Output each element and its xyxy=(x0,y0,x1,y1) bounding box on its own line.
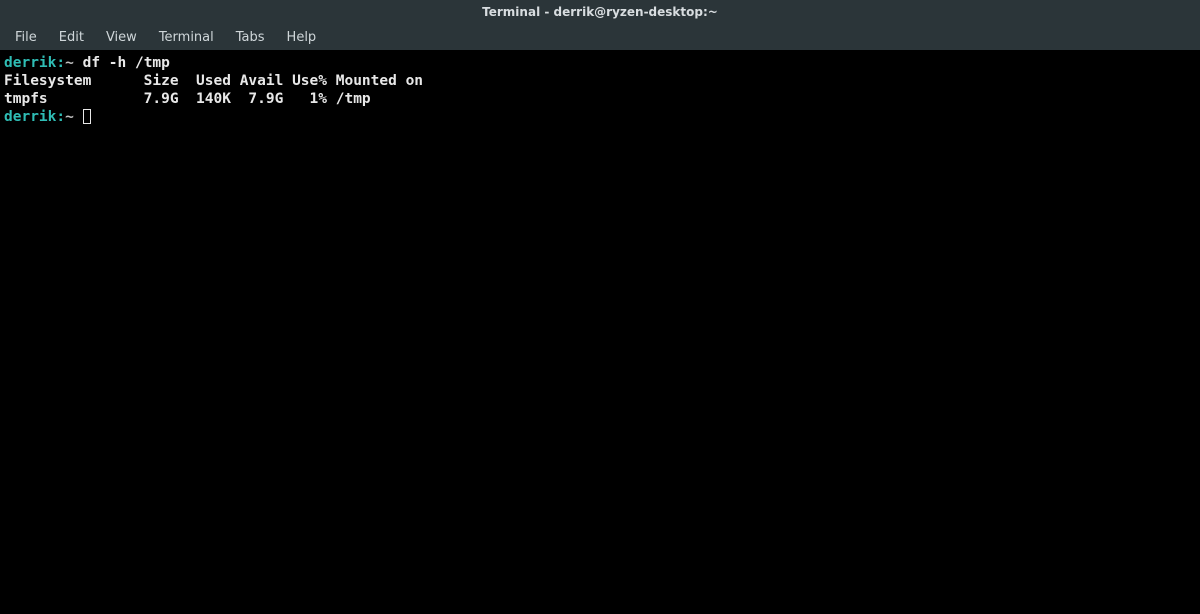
prompt-path: ~ xyxy=(65,109,74,125)
menu-tabs[interactable]: Tabs xyxy=(227,27,274,48)
window-titlebar: Terminal - derrik@ryzen-desktop:~ xyxy=(0,0,1200,24)
command-text: df -h /tmp xyxy=(74,55,170,71)
window-title: Terminal - derrik@ryzen-desktop:~ xyxy=(482,5,718,19)
menu-edit[interactable]: Edit xyxy=(50,27,93,48)
menubar: File Edit View Terminal Tabs Help xyxy=(0,24,1200,50)
menu-file[interactable]: File xyxy=(6,27,46,48)
menu-view[interactable]: View xyxy=(97,27,146,48)
terminal-line-1: derrik:~ df -h /tmp xyxy=(4,54,1196,72)
prompt-user: derrik xyxy=(4,55,56,71)
terminal-line-3: tmpfs 7.9G 140K 7.9G 1% /tmp xyxy=(4,90,1196,108)
prompt-user: derrik xyxy=(4,109,56,125)
terminal-output[interactable]: derrik:~ df -h /tmpFilesystem Size Used … xyxy=(0,50,1200,130)
prompt-sep: : xyxy=(56,55,65,71)
prompt-sep: : xyxy=(56,109,65,125)
terminal-line-2: Filesystem Size Used Avail Use% Mounted … xyxy=(4,72,1196,90)
terminal-line-4: derrik:~ xyxy=(4,108,1196,126)
menu-help[interactable]: Help xyxy=(278,27,326,48)
prompt-path: ~ xyxy=(65,55,74,71)
cursor xyxy=(83,109,91,124)
menu-terminal[interactable]: Terminal xyxy=(150,27,223,48)
